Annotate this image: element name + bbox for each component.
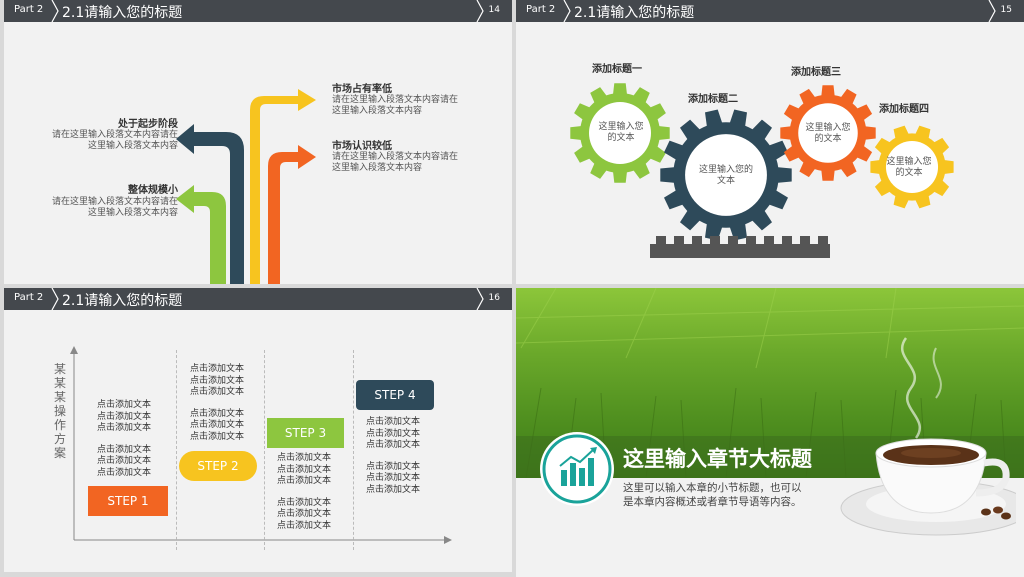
slide-15[interactable]: Part 2 2.1请输入您的标题 15 添加标题一 添加标题二 添加标题三 添…	[516, 0, 1024, 284]
text-column: 点击添加文本 点击添加文本 点击添加文本 点击添加文本 点击添加文本 点击添加文本	[366, 417, 421, 495]
text-column: 点击添加文本 点击添加文本 点击添加文本 点击添加文本 点击添加文本 点击添加文本	[277, 453, 332, 531]
rack-tooth	[674, 236, 684, 246]
text-column: 点击添加文本 点击添加文本 点击添加文本 点击添加文本 点击添加文本 点击添加文本	[190, 364, 245, 442]
gear-title: 添加标题四	[879, 104, 929, 115]
gear-title: 添加标题三	[791, 67, 841, 78]
slide-16[interactable]: Part 2 2.1请输入您的标题 16 某某某操作方案 STEP 1 STEP…	[4, 288, 512, 572]
rack-tooth	[764, 236, 774, 246]
item-text: 请在这里输入段落文本内容请在	[332, 152, 459, 162]
slide-14[interactable]: Part 2 2.1请输入您的标题 14 市场占有率低 请在这里输入段落文本内容…	[4, 0, 512, 284]
axis-graphic	[70, 346, 452, 544]
rack-tooth	[800, 236, 810, 246]
gear-rack-icon	[650, 244, 830, 258]
gear-text: 这里输入您的文本	[598, 122, 644, 143]
item-text: 请在这里输入段落文本内容请在	[332, 95, 459, 105]
item-text: 这里输入段落文本内容	[87, 208, 178, 218]
bar-chart-icon	[540, 432, 614, 506]
item-heading: 处于起步阶段	[118, 119, 178, 130]
section-cover-slide[interactable]: 这里输入章节大标题 这里可以输入本章的小节标题，也可以 是本章内容概述或者章节导语…	[516, 288, 1024, 577]
rack-tooth	[746, 236, 756, 246]
gear-title: 添加标题二	[688, 94, 738, 105]
section-subtitle: 这里可以输入本章的小节标题，也可以 是本章内容概述或者章节导语等内容。	[623, 482, 802, 508]
rack-tooth	[710, 236, 720, 246]
item-text: 请在这里输入段落文本内容请在	[51, 130, 178, 140]
coffee-cup-image	[840, 337, 1016, 536]
column-divider	[176, 350, 177, 550]
rack-tooth	[818, 236, 828, 246]
rack-tooth	[656, 236, 666, 246]
gear-text: 这里输入您的文本	[805, 123, 851, 144]
gear-text: 这里输入您的文本	[886, 157, 932, 178]
item-text: 这里输入段落文本内容	[87, 141, 178, 151]
rack-tooth	[692, 236, 702, 246]
column-divider	[353, 350, 354, 550]
gear-title: 添加标题一	[592, 64, 642, 75]
step-3-button[interactable]: STEP 3	[267, 418, 344, 448]
gear-text: 这里输入您的文本	[698, 165, 753, 186]
item-text: 这里输入段落文本内容	[332, 163, 423, 173]
item-heading: 市场认识较低	[332, 141, 392, 152]
step-2-button[interactable]: STEP 2	[179, 451, 257, 481]
item-text: 这里输入段落文本内容	[332, 106, 423, 116]
step-1-button[interactable]: STEP 1	[88, 486, 168, 516]
arrow-graphic	[176, 89, 316, 284]
step-4-button[interactable]: STEP 4	[356, 380, 434, 410]
gears-graphic	[570, 83, 954, 258]
item-heading: 市场占有率低	[332, 84, 392, 95]
rack-tooth	[728, 236, 738, 246]
column-divider	[264, 350, 265, 550]
text-column: 点击添加文本 点击添加文本 点击添加文本 点击添加文本 点击添加文本 点击添加文本	[97, 400, 152, 478]
section-title: 这里输入章节大标题	[623, 447, 812, 471]
rack-tooth	[782, 236, 792, 246]
item-text: 请在这里输入段落文本内容请在	[51, 197, 178, 207]
item-heading: 整体规模小	[128, 185, 178, 196]
